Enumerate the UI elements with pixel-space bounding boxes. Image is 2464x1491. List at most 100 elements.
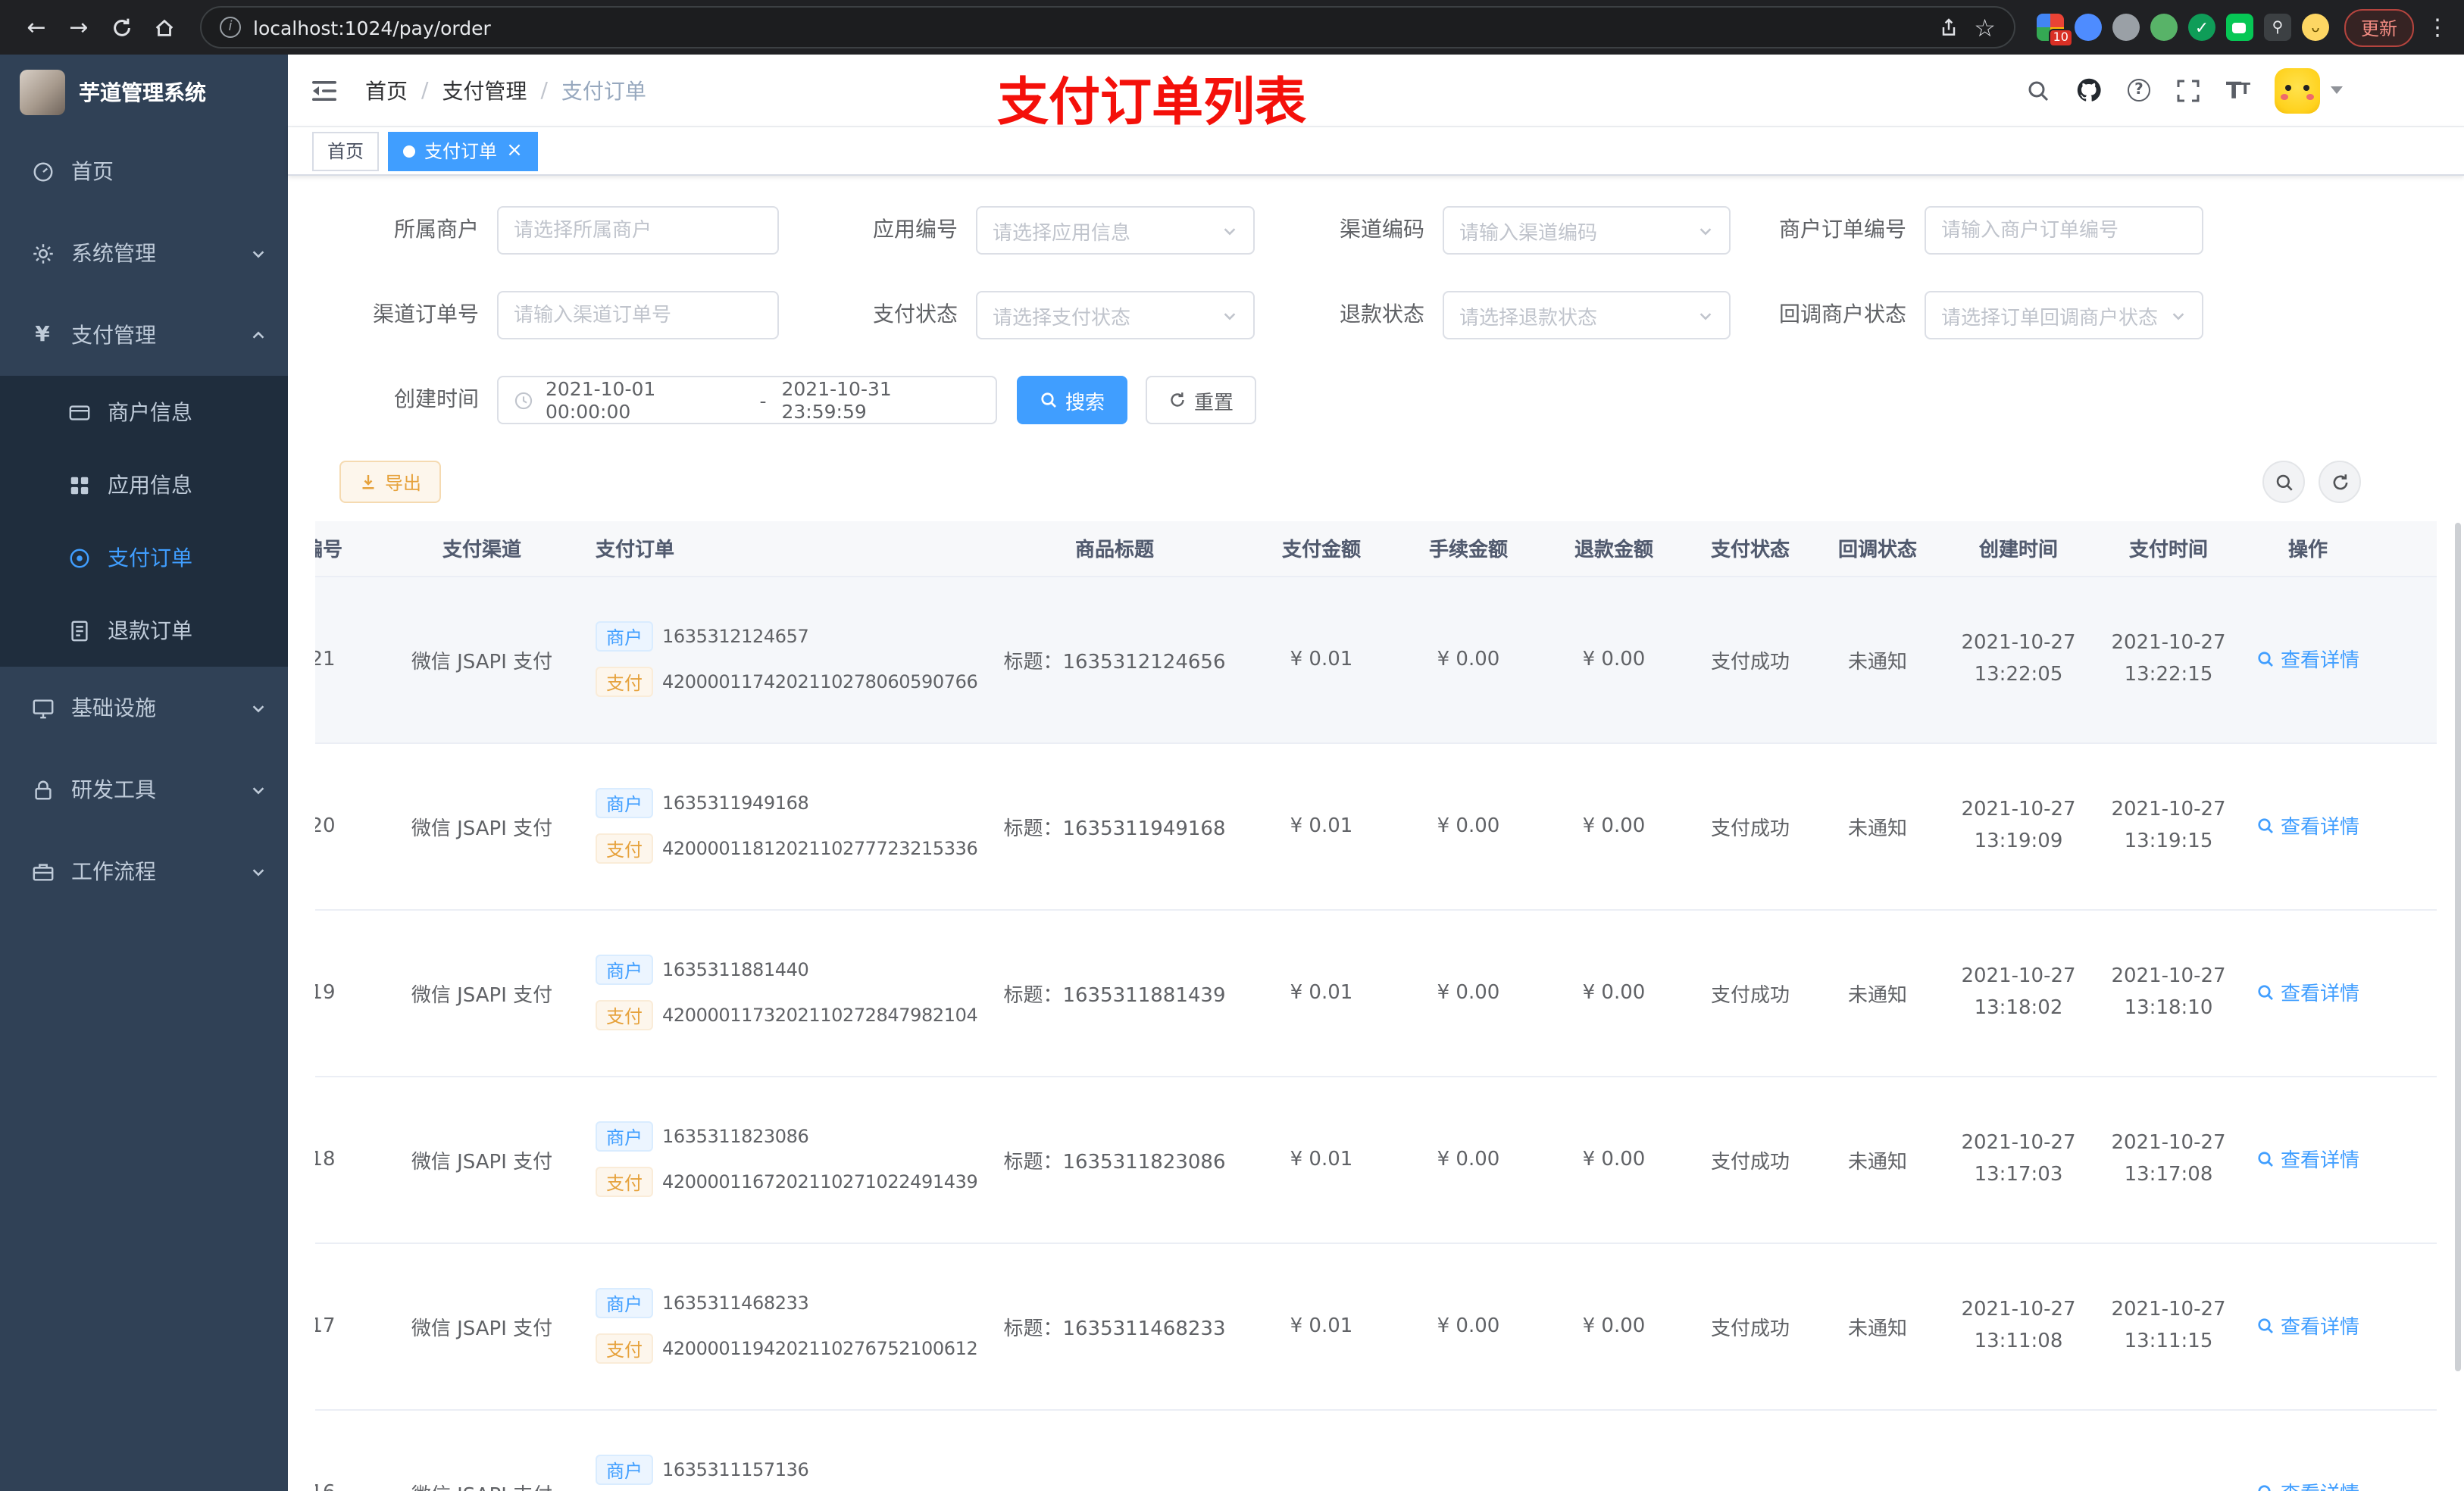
address-bar[interactable]: i localhost:1024/pay/order ☆ (200, 6, 2015, 48)
extension-icon-blue[interactable] (2074, 14, 2102, 41)
sidebar-item-merchant-info[interactable]: 商户信息 (0, 376, 288, 449)
sidebar-item-label: 工作流程 (71, 861, 156, 885)
table-row[interactable]: 16 微信 JSAPI 支付 商户 1635311157136 支付 (315, 1409, 2437, 1491)
refresh-button[interactable] (2319, 461, 2361, 503)
date-range-start[interactable]: 2021-10-01 00:00:00 (546, 377, 744, 423)
pay-status-select[interactable]: 请选择支付状态 (976, 291, 1255, 339)
browser-menu-icon[interactable]: ⋮ (2426, 14, 2449, 41)
sidebar-item-label: 商户信息 (108, 402, 192, 426)
site-info-icon[interactable]: i (220, 17, 241, 38)
sidebar-item-dev-tools[interactable]: 研发工具 (0, 749, 288, 830)
orders-table: 编号 支付渠道 支付订单 商品标题 支付金额 手续金额 退款金额 支付状态 回调… (315, 521, 2437, 1491)
logo-image (20, 70, 65, 115)
back-icon[interactable]: ← (15, 6, 58, 48)
extension-icon-chat[interactable] (2225, 14, 2253, 41)
merchant-tag: 商户 (596, 788, 654, 818)
view-detail-link[interactable]: 查看详情 (2256, 978, 2359, 1007)
search-toggle-button[interactable] (2262, 461, 2305, 503)
cell-fee: ¥ 0.00 (1396, 1242, 1541, 1410)
browser-chrome: ← → i localhost:1024/pay/order ☆ 10 ✓ ⚲ … (0, 0, 2464, 55)
date-range-end[interactable]: 2021-10-31 23:59:59 (782, 377, 980, 423)
export-button[interactable]: 导出 (339, 461, 442, 503)
view-detail-link[interactable]: 查看详情 (2256, 1311, 2359, 1340)
extension-icon-colorful[interactable]: 10 (2036, 14, 2073, 47)
table-row[interactable]: 17 微信 JSAPI 支付 商户 1635311468233 支付 42000… (315, 1242, 2437, 1410)
sidebar-item-payment[interactable]: ¥ 支付管理 (0, 294, 288, 376)
breadcrumb-separator: / (540, 78, 548, 102)
sidebar-item-workflow[interactable]: 工作流程 (0, 830, 288, 912)
callback-status-select[interactable]: 请选择订单回调商户状态 (1925, 291, 2203, 339)
filter-label: 渠道订单号 (373, 303, 479, 327)
cell-id: 17 (315, 1242, 383, 1410)
home-icon[interactable] (142, 6, 185, 48)
view-detail-link[interactable]: 查看详情 (2256, 645, 2359, 674)
user-avatar[interactable] (2275, 67, 2320, 113)
extension-icon-green[interactable] (2150, 14, 2178, 41)
sidebar-item-pay-order[interactable]: 支付订单 (0, 521, 288, 594)
search-icon[interactable] (2026, 78, 2050, 102)
view-detail-link[interactable]: 查看详情 (2256, 1145, 2359, 1174)
cell-title: 标题：1635312124656 (982, 576, 1247, 743)
merchant-input[interactable] (514, 219, 762, 242)
cell-status: 支付成功 (1687, 742, 1814, 910)
sidebar-item-refund-order[interactable]: 退款订单 (0, 594, 288, 667)
extension-icon-check[interactable]: ✓ (2187, 14, 2215, 41)
create-time-range-picker[interactable]: 2021-10-01 00:00:00 - 2021-10-31 23:59:5… (497, 376, 997, 424)
cell-amount: ¥ 0.01 (1247, 576, 1396, 743)
close-icon[interactable]: × (506, 141, 523, 161)
table-row[interactable]: 18 微信 JSAPI 支付 商户 1635311823086 支付 42000… (315, 1076, 2437, 1243)
gear-icon (30, 242, 55, 264)
filter-label: 渠道编码 (1340, 218, 1424, 242)
channel-code-select[interactable]: 请输入渠道编码 (1443, 206, 1731, 255)
cell-refund: ¥ 0.00 (1541, 742, 1687, 910)
bookmark-star-icon[interactable]: ☆ (1974, 13, 1996, 42)
table-row[interactable]: 19 微信 JSAPI 支付 商户 1635311881440 支付 42000… (315, 909, 2437, 1077)
merchant-order-no-field[interactable] (1925, 206, 2203, 255)
cell-order: 商户 1635311881440 支付 42000011732021102728… (580, 909, 982, 1077)
share-icon[interactable] (1937, 17, 1959, 38)
merchant-order-no-input[interactable] (1941, 219, 2187, 242)
channel-order-no-field[interactable] (497, 291, 779, 339)
table-row[interactable]: 20 微信 JSAPI 支付 商户 1635311949168 支付 42000… (315, 742, 2437, 910)
search-button[interactable]: 搜索 (1017, 376, 1128, 424)
cell-filler (2375, 576, 2437, 743)
hamburger-icon[interactable] (311, 78, 338, 102)
view-detail-link[interactable]: 查看详情 (2256, 1478, 2359, 1491)
cell-paid-time: 2021-10-27 13:19:15 (2096, 742, 2241, 910)
sidebar-item-home[interactable]: 首页 (0, 130, 288, 212)
github-icon[interactable] (2076, 77, 2102, 103)
col-action: 操作 (2241, 521, 2375, 577)
table-row[interactable]: 21 微信 JSAPI 支付 商户 1635312124657 支付 42000… (315, 576, 2437, 743)
help-icon[interactable]: ? (2127, 79, 2150, 102)
breadcrumb-home[interactable]: 首页 (365, 75, 408, 105)
reset-button[interactable]: 重置 (1146, 376, 1257, 424)
extension-icon-gray[interactable] (2112, 14, 2140, 41)
refund-status-select[interactable]: 请选择退款状态 (1443, 291, 1731, 339)
user-menu[interactable] (2275, 67, 2343, 113)
reload-icon[interactable] (100, 6, 142, 48)
merchant-order-no: 1635312124657 (662, 626, 809, 647)
profile-avatar-icon[interactable] (2301, 14, 2329, 41)
cell-refund: ¥ 0.00 (1541, 1242, 1687, 1410)
sidebar-item-app-info[interactable]: 应用信息 (0, 449, 288, 521)
pay-order-no: 4200001173202110272847982104 (662, 1005, 978, 1026)
channel-order-no-input[interactable] (514, 304, 762, 327)
forward-icon[interactable]: → (58, 6, 100, 48)
fullscreen-icon[interactable] (2176, 78, 2200, 102)
extensions-pin-icon[interactable]: ⚲ (2263, 14, 2291, 41)
breadcrumb-payment[interactable]: 支付管理 (442, 75, 527, 105)
app-select[interactable]: 请选择应用信息 (976, 206, 1255, 255)
col-amount: 支付金额 (1247, 521, 1396, 577)
url-text[interactable]: localhost:1024/pay/order (253, 16, 1922, 39)
view-detail-link[interactable]: 查看详情 (2256, 811, 2359, 840)
font-size-icon[interactable]: TT (2226, 77, 2250, 104)
sidebar-item-system[interactable]: 系统管理 (0, 212, 288, 294)
sidebar-item-infrastructure[interactable]: 基础设施 (0, 667, 288, 749)
tab-pay-order[interactable]: 支付订单 × (388, 131, 538, 170)
scrollbar-thumb[interactable] (2455, 523, 2461, 1371)
col-order: 支付订单 (580, 521, 982, 577)
tab-home[interactable]: 首页 (312, 131, 380, 170)
screen: ← → i localhost:1024/pay/order ☆ 10 ✓ ⚲ … (0, 0, 2464, 1491)
merchant-select[interactable] (497, 206, 779, 255)
browser-update-button[interactable]: 更新 (2344, 8, 2414, 46)
